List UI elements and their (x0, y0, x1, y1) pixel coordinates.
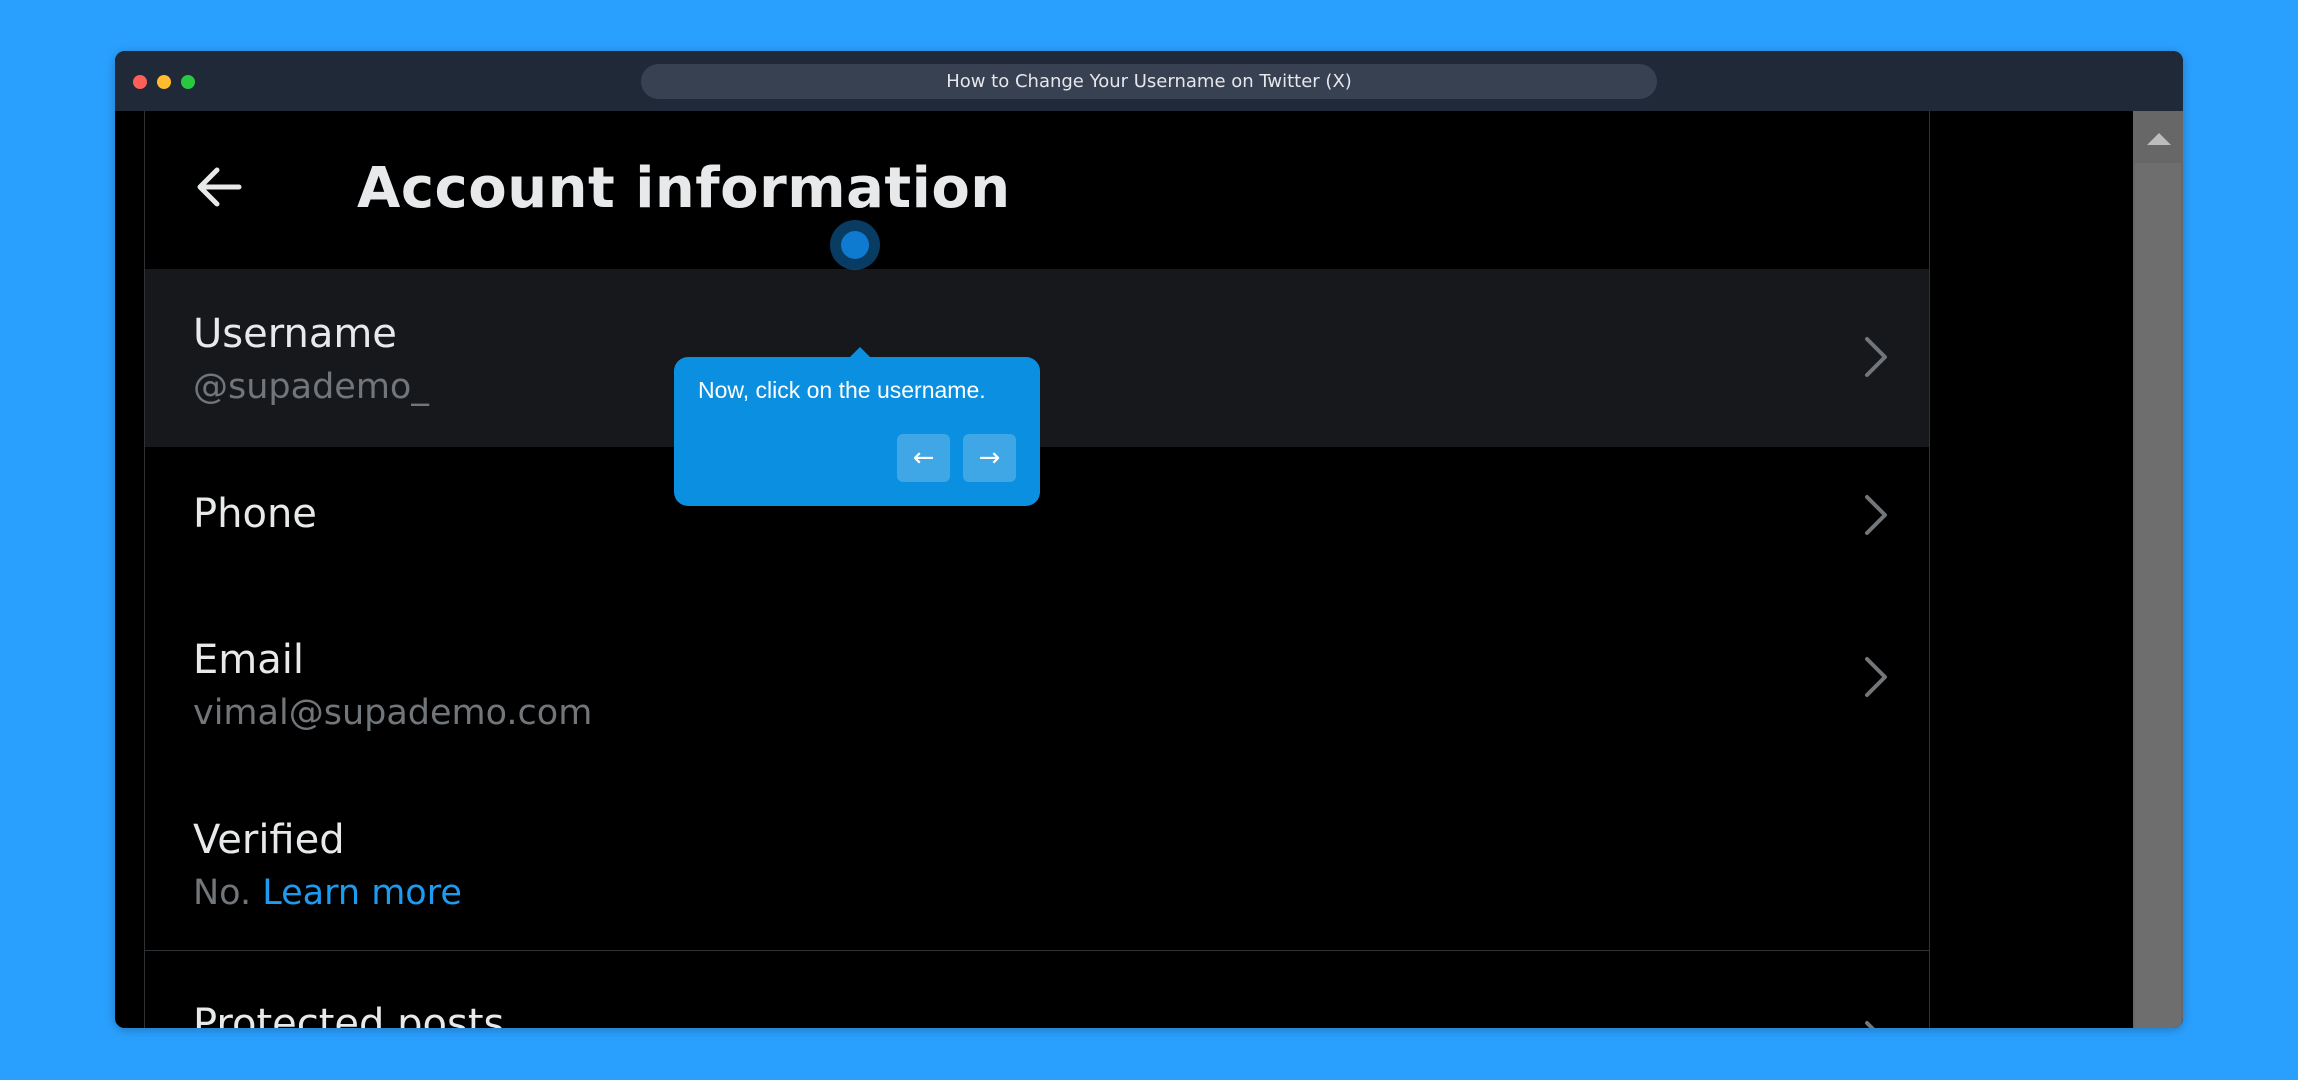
page-title: Account information (357, 156, 1011, 221)
hotspot-beacon[interactable] (830, 220, 880, 270)
browser-window: How to Change Your Username on Twitter (… (115, 51, 2183, 1028)
chevron-right-icon (1865, 657, 1887, 697)
maximize-window-button[interactable] (181, 75, 195, 89)
email-label: Email (193, 637, 304, 683)
username-value: @supademo_ (193, 367, 429, 407)
email-value: vimal@supademo.com (193, 693, 593, 733)
chevron-right-icon (1865, 337, 1887, 377)
page-viewport: Account information Username @supademo_ … (115, 111, 2183, 1028)
guide-tooltip: Now, click on the username. ← → (674, 347, 1040, 506)
email-row[interactable]: Email vimal@supademo.com (145, 587, 1929, 767)
account-information-panel: Account information Username @supademo_ … (144, 111, 1930, 1028)
tooltip-next-button[interactable]: → (963, 434, 1016, 482)
scroll-up-arrow-icon[interactable] (2147, 133, 2171, 145)
learn-more-link[interactable]: Learn more (262, 873, 462, 913)
verified-label: Verified (193, 817, 345, 863)
username-label: Username (193, 311, 397, 357)
verified-status: No. (193, 873, 252, 913)
title-bar: How to Change Your Username on Twitter (… (115, 51, 2183, 111)
chevron-right-icon (1865, 1021, 1875, 1028)
tooltip-text: Now, click on the username. (698, 377, 986, 403)
scroll-thumb[interactable] (2135, 163, 2181, 1028)
tooltip-prev-button[interactable]: ← (897, 434, 950, 482)
tooltip-pointer (850, 347, 870, 357)
chevron-right-icon (1865, 495, 1887, 535)
arrow-left-icon[interactable] (193, 161, 245, 213)
verified-row: Verified No. Learn more (145, 767, 1929, 941)
phone-label: Phone (193, 491, 317, 537)
protected-posts-row[interactable]: Protected posts (145, 951, 1929, 1028)
protected-posts-label: Protected posts (193, 1001, 505, 1028)
minimize-window-button[interactable] (157, 75, 171, 89)
verified-value: No. Learn more (193, 873, 462, 913)
address-bar[interactable]: How to Change Your Username on Twitter (… (641, 64, 1657, 99)
vertical-scrollbar[interactable] (2133, 111, 2183, 1028)
page-header: Account information (145, 111, 1929, 269)
close-window-button[interactable] (133, 75, 147, 89)
hotspot-beacon-dot (841, 231, 869, 259)
